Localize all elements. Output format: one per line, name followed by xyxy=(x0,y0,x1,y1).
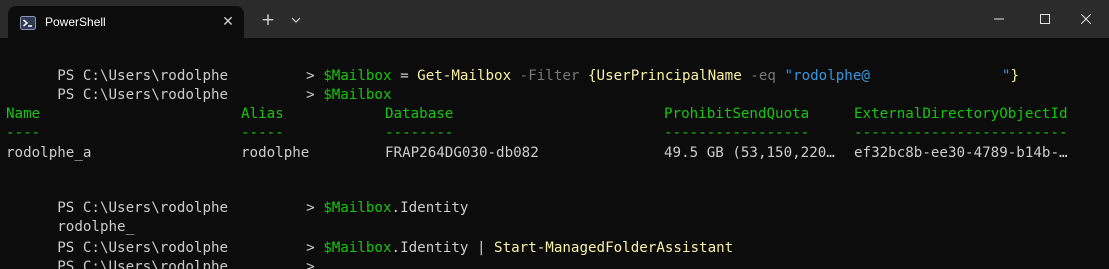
command-line: PS C:\Users\rodolphe > $Mailbox.Identity … xyxy=(6,218,733,256)
close-icon[interactable]: ✕ xyxy=(214,14,242,30)
parameter-token: -eq xyxy=(741,68,785,84)
column-header: ProhibitSendQuota xyxy=(664,106,810,122)
column-header: Alias xyxy=(241,106,284,122)
brace-token: } xyxy=(1010,68,1019,84)
member-token: .Identity | xyxy=(391,240,495,256)
title-bar: PowerShell ✕ + xyxy=(0,0,1109,38)
tab-title: PowerShell xyxy=(45,15,106,29)
variable-token: $Mailbox xyxy=(323,240,392,256)
property-token: UserPrincipalName xyxy=(596,68,742,84)
table-cell: rodolphe_a xyxy=(6,145,92,161)
table-cell: 49.5 GB (53,150,220… xyxy=(664,145,835,161)
brace-token: { xyxy=(588,68,597,84)
command-line: PS C:\Users\rodolphe > $Mailbox = Get-Mai… xyxy=(6,46,1019,84)
terminal-output[interactable]: PS C:\Users\rodolphe > $Mailbox = Get-Mai… xyxy=(0,38,1109,269)
variable-token: $Mailbox xyxy=(323,87,392,103)
output-line: rodolphe_ xyxy=(6,197,134,235)
command-token: Get-Mailbox xyxy=(417,68,512,84)
prompt-end: > xyxy=(306,259,315,269)
powershell-icon xyxy=(20,15,36,30)
table-cell: rodolphe xyxy=(241,145,310,161)
operator-token: = xyxy=(391,68,418,84)
plus-icon[interactable]: + xyxy=(256,8,280,32)
terminal-window: PowerShell ✕ + PS C:\Users\rodolphe > $Ma… xyxy=(0,0,1109,269)
minimize-icon[interactable] xyxy=(976,0,1022,38)
column-underline: ------------------------- xyxy=(854,125,1068,141)
column-header: ExternalDirectoryObjectId xyxy=(854,106,1068,122)
table-underline-row: ---- ----- -------- ----------------- --… xyxy=(6,123,1106,143)
chevron-down-icon[interactable] xyxy=(286,8,306,32)
tab-powershell[interactable]: PowerShell ✕ xyxy=(8,6,244,38)
table-cell: FRAP264DG030-db082 xyxy=(385,145,539,161)
member-token: .Identity xyxy=(391,200,469,216)
column-underline: ---- xyxy=(6,125,41,141)
string-token: "rodolphe@ xyxy=(784,68,870,84)
column-header: Name xyxy=(6,106,41,122)
command-token: Start-ManagedFolderAssistant xyxy=(494,240,734,256)
table-cell: ef32bc8b-ee30-4789-b14b-… xyxy=(854,145,1068,161)
table-header-row: Name Alias Database ProhibitSendQuota Ex… xyxy=(6,104,1106,124)
variable-token: $Mailbox xyxy=(323,200,392,216)
column-underline: ----- xyxy=(241,125,284,141)
prompt-end: > xyxy=(306,200,324,216)
parameter-token: -Filter xyxy=(511,68,588,84)
column-header: Database xyxy=(385,106,454,122)
command-line: PS C:\Users\rodolphe > $Mailbox xyxy=(6,65,391,103)
table-row: rodolphe_a rodolphe FRAP264DG030-db082 4… xyxy=(6,143,1106,163)
prompt-text: PS C:\Users\rodolphe xyxy=(57,87,229,103)
command-line: PS C:\Users\rodolphe > $Mailbox.Identity xyxy=(6,178,468,216)
prompt-end: > xyxy=(306,87,324,103)
window-close-icon[interactable] xyxy=(1063,0,1109,38)
maximize-icon[interactable] xyxy=(1022,0,1068,38)
prompt-text: PS C:\Users\rodolphe xyxy=(57,259,229,269)
command-line[interactable]: PS C:\Users\rodolphe > xyxy=(6,237,314,269)
column-underline: -------- xyxy=(385,125,454,141)
column-underline: ----------------- xyxy=(664,125,810,141)
